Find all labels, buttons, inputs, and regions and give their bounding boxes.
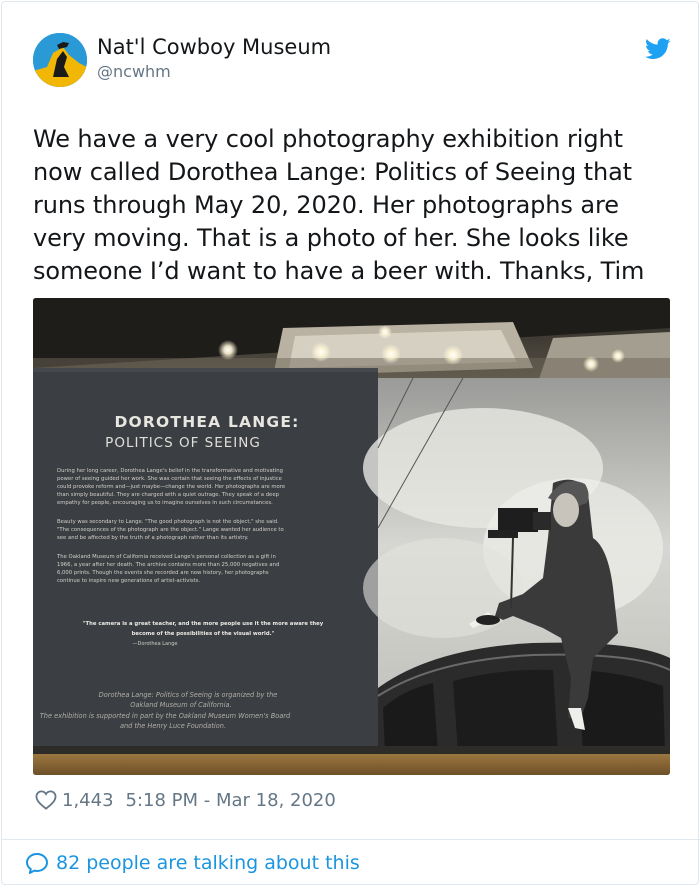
quote-line: become of the possibilities of the visua… — [132, 631, 275, 637]
tweet-text-line: runs through May 20, 2020. Her photograp… — [33, 191, 619, 219]
speech-bubble-icon — [26, 852, 48, 874]
panel-title-1: DOROTHEA LANGE: — [114, 413, 299, 431]
exhibition-photo: DOROTHEA LANGE: POLITICS OF SEEING Durin… — [33, 298, 670, 775]
timestamp[interactable]: 5:18 PM - Mar 18, 2020 — [126, 790, 336, 811]
panel-line: continue to inspire new generations of a… — [57, 578, 200, 584]
tweet-meta: 1,443 5:18 PM - Mar 18, 2020 — [35, 787, 336, 813]
credit-line: Dorothea Lange: Politics of Seeing is or… — [99, 691, 278, 699]
divider — [2, 839, 700, 840]
like-count[interactable]: 1,443 — [62, 790, 114, 811]
account-handle[interactable]: @ncwhm — [97, 62, 171, 81]
heart-icon[interactable] — [35, 790, 57, 810]
tweet-text: We have a very cool photography exhibiti… — [33, 123, 673, 288]
panel-line: 1966, a year after her death. The archiv… — [57, 562, 279, 568]
panel-line: "The consequences of the photograph are … — [57, 527, 284, 533]
credit-line: The exhibition is supported in part by t… — [40, 712, 291, 720]
tweet-photo[interactable]: DOROTHEA LANGE: POLITICS OF SEEING Durin… — [33, 298, 670, 775]
tweet-header: Nat'l Cowboy Museum @ncwhm — [33, 33, 673, 89]
avatar[interactable] — [33, 33, 87, 87]
display-name[interactable]: Nat'l Cowboy Museum — [97, 35, 331, 59]
credit-line: and the Henry Luce Foundation. — [120, 722, 226, 730]
panel-line: Beauty was secondary to Lange. "The good… — [57, 519, 279, 525]
panel-line: power of seeing guided her work. She was… — [57, 476, 282, 482]
talking-link[interactable]: 82 people are talking about this — [25, 850, 360, 876]
panel-line: The Oakland Museum of California receive… — [56, 554, 276, 560]
quote-line: "The camera is a great teacher, and the … — [83, 621, 324, 627]
tweet-text-line: very moving. That is a photo of her. She… — [33, 224, 629, 252]
panel-line: than simply beautiful. They are charged … — [57, 492, 280, 498]
tweet-card: Nat'l Cowboy Museum @ncwhm We have a ver… — [1, 1, 700, 885]
panel-line: During her long career, Dorothea Lange's… — [57, 468, 283, 474]
panel-line: empathy for people, encouraging us to im… — [57, 500, 273, 506]
museum-logo-icon — [33, 33, 87, 87]
tweet-text-line: We have a very cool photography exhibiti… — [33, 125, 623, 153]
panel-title-2: POLITICS OF SEEING — [105, 435, 261, 451]
tweet-text-line: now called Dorothea Lange: Politics of S… — [33, 158, 632, 186]
talking-count-text[interactable]: 82 people are talking about this — [56, 852, 360, 874]
panel-line: see and be affected by the truth of a ph… — [57, 535, 249, 541]
credit-line: Oakland Museum of California. — [130, 701, 231, 709]
panel-line: 6,000 prints. Though the events she reco… — [57, 570, 269, 576]
tweet-text-line: someone I’d want to have a beer with. Th… — [33, 257, 645, 285]
panel-line: could provoke reform and—just maybe—chan… — [57, 484, 285, 490]
quote-attribution: —Dorothea Lange — [132, 641, 177, 647]
twitter-bird-icon[interactable] — [645, 38, 671, 60]
